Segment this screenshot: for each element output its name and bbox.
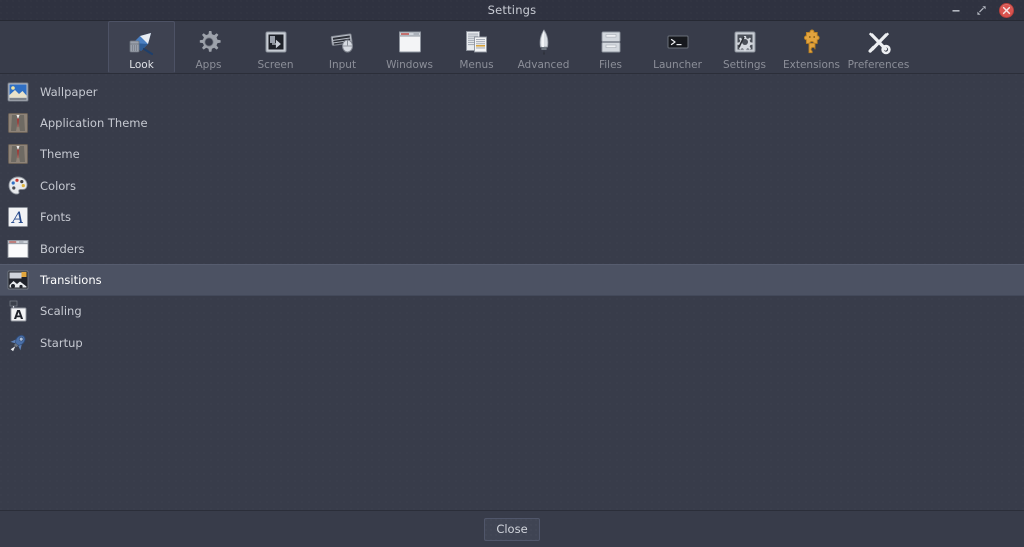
toolbar-item-advanced[interactable]: Advanced xyxy=(510,21,577,73)
launcher-terminal-icon xyxy=(662,26,694,58)
toolbar-label: Files xyxy=(598,59,623,71)
toolbar-item-preferences[interactable]: Preferences xyxy=(845,21,912,73)
input-keyboard-mouse-icon xyxy=(327,26,359,58)
settings-icon xyxy=(729,26,761,58)
toolbar-item-screen[interactable]: Screen xyxy=(242,21,309,73)
list-item-fonts[interactable]: A Fonts xyxy=(0,202,1024,233)
windows-icon xyxy=(394,26,426,58)
advanced-feather-icon xyxy=(528,26,560,58)
apps-gear-icon xyxy=(193,26,225,58)
window-title: Settings xyxy=(487,3,537,17)
window-controls xyxy=(949,0,1020,20)
toolbar-item-apps[interactable]: Apps xyxy=(175,21,242,73)
minimize-icon[interactable] xyxy=(949,3,963,17)
close-button[interactable]: Close xyxy=(484,517,540,541)
svg-text:A: A xyxy=(14,308,24,322)
list-item-colors[interactable]: Colors xyxy=(0,170,1024,201)
toolbar-label: Preferences xyxy=(847,59,910,71)
wallpaper-icon xyxy=(6,80,30,104)
list-item-wallpaper[interactable]: Wallpaper xyxy=(0,76,1024,107)
border-window-icon xyxy=(6,237,30,261)
files-icon xyxy=(595,26,627,58)
list-item-theme[interactable]: Theme xyxy=(0,139,1024,170)
list-item-label: Borders xyxy=(40,241,85,256)
list-item-application-theme[interactable]: Application Theme xyxy=(0,107,1024,138)
window-titlebar[interactable]: Settings xyxy=(0,0,1024,21)
toolbar-item-launcher[interactable]: Launcher xyxy=(644,21,711,73)
list-item-label: Application Theme xyxy=(40,116,148,131)
toolbar-label: Apps xyxy=(195,59,222,71)
suit-theme-icon xyxy=(6,111,30,135)
preferences-tools-icon xyxy=(863,26,895,58)
list-item-label: Wallpaper xyxy=(40,84,98,99)
list-item-label: Scaling xyxy=(40,304,82,319)
settings-list: Wallpaper Application Theme Theme Colors… xyxy=(0,74,1024,510)
list-item-label: Fonts xyxy=(40,210,72,225)
toolbar-label: Look xyxy=(129,59,154,71)
menus-icon xyxy=(461,26,493,58)
toolbar-item-input[interactable]: Input xyxy=(309,21,376,73)
toolbar-label: Input xyxy=(328,59,357,71)
list-item-label: Transitions xyxy=(40,273,102,288)
list-item-scaling[interactable]: A Scaling xyxy=(0,296,1024,327)
list-item-transitions[interactable]: Transitions xyxy=(0,264,1024,296)
toolbar-item-windows[interactable]: Windows xyxy=(376,21,443,73)
list-item-startup[interactable]: Startup xyxy=(0,327,1024,358)
svg-text:A: A xyxy=(10,208,24,227)
close-icon[interactable] xyxy=(999,2,1014,18)
toolbar-label: Settings xyxy=(722,59,767,71)
toolbar-item-look[interactable]: Look xyxy=(108,21,175,73)
dialog-footer: Close xyxy=(0,510,1024,547)
list-item-label: Theme xyxy=(40,147,80,162)
toolbar-label: Extensions xyxy=(782,59,841,71)
toolbar-label: Windows xyxy=(386,59,433,71)
toolbar-label: Launcher xyxy=(653,59,702,71)
transitions-icon xyxy=(6,268,30,292)
toolbar-label: Menus xyxy=(459,59,494,71)
list-item-label: Colors xyxy=(40,178,77,193)
palette-icon xyxy=(6,174,30,198)
toolbar-label: Advanced xyxy=(517,59,570,71)
toolbar-label: Screen xyxy=(257,59,294,71)
suit-theme-icon xyxy=(6,142,30,166)
toolbar-item-extensions[interactable]: Extensions xyxy=(778,21,845,73)
maximize-icon[interactable] xyxy=(974,3,988,17)
scaling-a-icon: A xyxy=(6,299,30,323)
category-toolbar: Look Apps Screen Input Windows Menus Adv… xyxy=(0,21,1024,74)
toolbar-item-settings[interactable]: Settings xyxy=(711,21,778,73)
font-a-icon: A xyxy=(6,205,30,229)
look-icon xyxy=(126,26,158,58)
toolbar-item-menus[interactable]: Menus xyxy=(443,21,510,73)
startup-rocket-icon xyxy=(6,331,30,355)
screen-icon xyxy=(260,26,292,58)
extensions-puzzle-icon xyxy=(796,26,828,58)
list-item-borders[interactable]: Borders xyxy=(0,233,1024,264)
list-item-label: Startup xyxy=(40,335,83,350)
toolbar-item-files[interactable]: Files xyxy=(577,21,644,73)
